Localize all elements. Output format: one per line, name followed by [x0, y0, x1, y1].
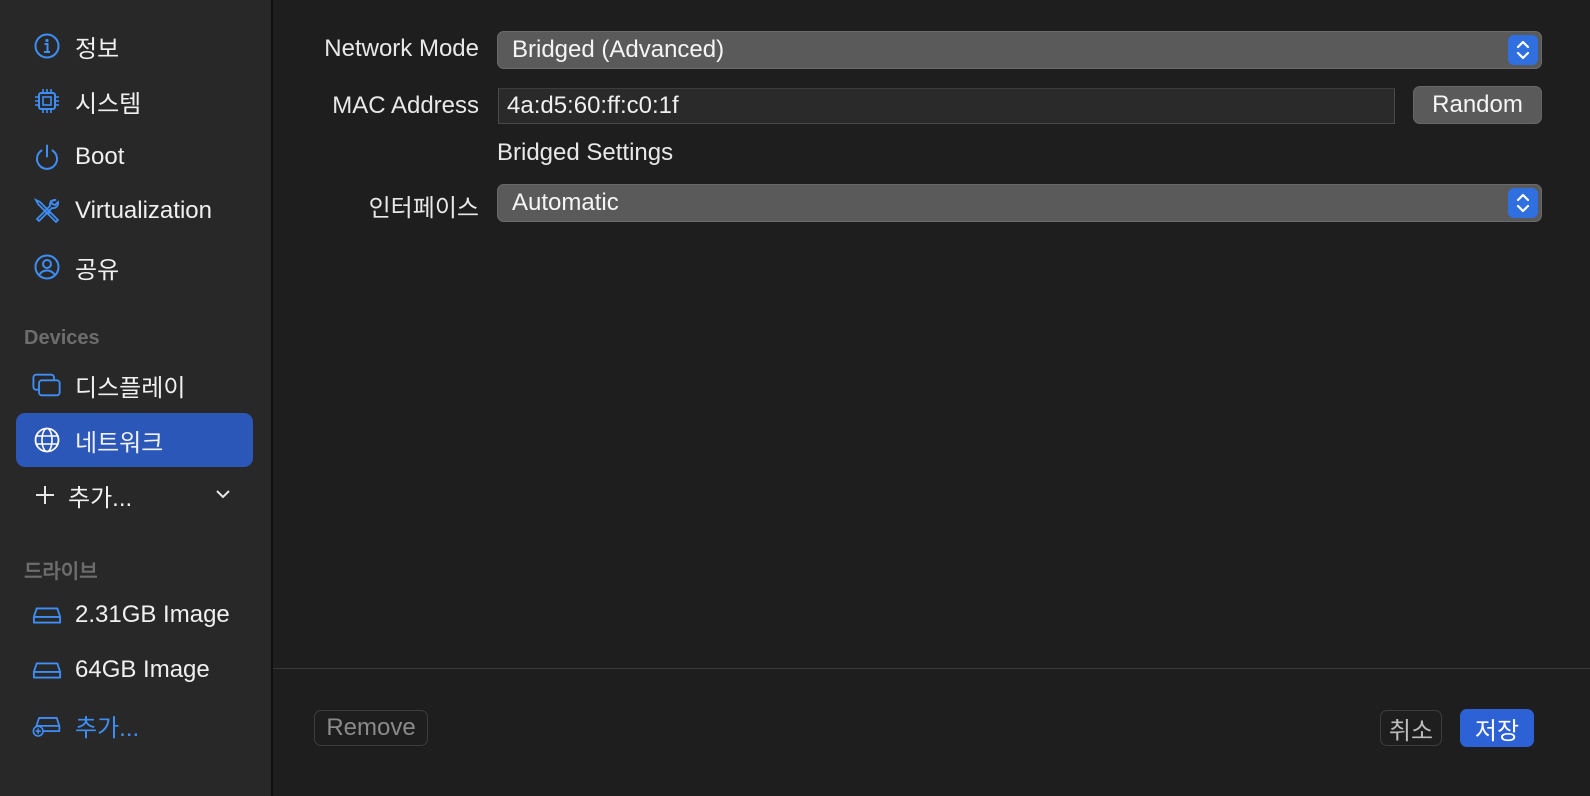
- interface-label: 인터페이스: [368, 195, 479, 222]
- interface-value: Automatic: [512, 189, 619, 216]
- tools-icon: [32, 196, 62, 226]
- mac-address-field[interactable]: 4a:d5:60:ff:c0:1f: [498, 88, 1395, 124]
- sidebar-item-drive-2[interactable]: 64GB Image: [16, 643, 253, 697]
- add-device-dropdown[interactable]: 추가...: [16, 468, 253, 522]
- devices-section-header: Devices: [24, 327, 100, 349]
- drive-icon: [32, 600, 62, 630]
- updown-chevron-icon: [1508, 188, 1538, 218]
- sidebar-item-label: Virtualization: [75, 197, 212, 224]
- main-pane: Network Mode Bridged (Advanced) MAC Addr…: [273, 0, 1590, 796]
- remove-button[interactable]: Remove: [314, 710, 428, 746]
- sidebar-item-label: Boot: [75, 143, 125, 170]
- add-drive-icon: [32, 710, 62, 740]
- save-button[interactable]: 저장: [1460, 709, 1534, 747]
- cpu-icon: [32, 86, 62, 116]
- sidebar-item-label: 공유: [75, 256, 120, 284]
- bridged-settings-title: Bridged Settings: [497, 139, 674, 166]
- sidebar-item-drive-1[interactable]: 2.31GB Image: [16, 588, 253, 642]
- sidebar-item-label: 64GB Image: [75, 656, 210, 683]
- drives-section-header: 드라이브: [24, 561, 98, 583]
- sidebar-item-virtualization[interactable]: Virtualization: [16, 184, 253, 238]
- plus-icon: [36, 486, 54, 504]
- updown-chevron-icon: [1508, 35, 1538, 65]
- cancel-button[interactable]: 취소: [1380, 710, 1442, 746]
- sidebar-item-label: 시스템: [75, 90, 142, 118]
- sidebar-item-info[interactable]: 정보: [16, 19, 253, 73]
- interface-popup[interactable]: Automatic: [497, 184, 1542, 222]
- info-icon: [32, 31, 62, 61]
- footer-divider: [273, 668, 1590, 669]
- sidebar-item-label: 정보: [75, 35, 120, 63]
- add-drive-label: 추가...: [75, 714, 140, 742]
- sidebar-item-system[interactable]: 시스템: [16, 74, 253, 128]
- settings-window: 정보 시스템 Boot Virtualization 공유 Devices 디스…: [0, 0, 1590, 796]
- chevron-down-icon: [216, 490, 230, 499]
- network-mode-label: Network Mode: [324, 35, 479, 62]
- sidebar-item-boot[interactable]: Boot: [16, 130, 253, 184]
- globe-icon: [32, 425, 62, 455]
- drive-icon: [32, 655, 62, 685]
- sidebar-item-sharing[interactable]: 공유: [16, 240, 253, 294]
- display-icon: [32, 370, 62, 400]
- add-device-label: 추가...: [68, 484, 133, 512]
- power-icon: [32, 142, 62, 172]
- sidebar-item-label: 2.31GB Image: [75, 601, 230, 628]
- sidebar: 정보 시스템 Boot Virtualization 공유 Devices 디스…: [0, 0, 273, 796]
- sidebar-item-label: 디스플레이: [75, 374, 186, 402]
- network-mode-value: Bridged (Advanced): [512, 36, 725, 63]
- add-drive-button[interactable]: 추가...: [16, 698, 253, 752]
- person-circle-icon: [32, 252, 62, 282]
- sidebar-item-network[interactable]: 네트워크: [16, 413, 253, 467]
- sidebar-item-label: 네트워크: [75, 429, 164, 457]
- random-button[interactable]: Random: [1413, 86, 1542, 124]
- sidebar-item-display[interactable]: 디스플레이: [16, 358, 253, 412]
- mac-address-label: MAC Address: [332, 92, 479, 119]
- network-mode-popup[interactable]: Bridged (Advanced): [497, 31, 1542, 69]
